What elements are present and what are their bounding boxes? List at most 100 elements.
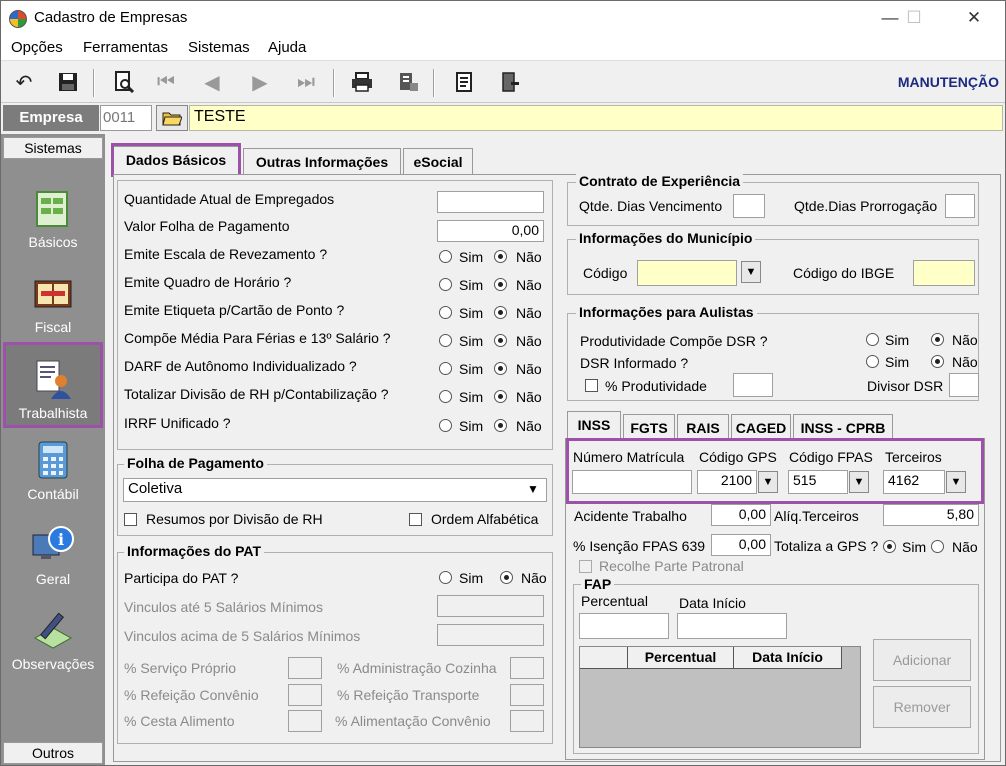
- subtab-fgts[interactable]: FGTS: [623, 414, 675, 438]
- ibge-input[interactable]: [913, 260, 975, 286]
- divisor-input[interactable]: [949, 373, 979, 397]
- codigo-municipio-input[interactable]: [637, 260, 737, 286]
- next-record-icon[interactable]: ▶: [245, 67, 275, 97]
- menu-opcoes[interactable]: Opções: [11, 39, 63, 56]
- prev-record-icon[interactable]: ◀: [197, 67, 227, 97]
- adm-input[interactable]: [510, 657, 544, 679]
- terceiros-input[interactable]: 4162: [883, 470, 945, 494]
- question-darf-sim-radio[interactable]: [439, 362, 452, 375]
- tab-esocial[interactable]: eSocial: [403, 148, 473, 174]
- vinc5acima-input[interactable]: [437, 624, 544, 646]
- prorr-input[interactable]: [945, 194, 975, 218]
- quantidade-input[interactable]: [437, 191, 544, 213]
- close-button[interactable]: ✕: [951, 1, 997, 35]
- resumos-checkbox[interactable]: [124, 513, 137, 526]
- totaliza-nao-radio[interactable]: [931, 540, 944, 553]
- question-quadro-nao-radio[interactable]: [494, 278, 507, 291]
- sidebar-header[interactable]: Sistemas: [3, 137, 103, 159]
- subtab-inss-cprb[interactable]: INSS - CPRB: [793, 414, 893, 438]
- save-icon[interactable]: [53, 67, 83, 97]
- question-media-nao-radio[interactable]: [494, 334, 507, 347]
- menu-ajuda[interactable]: Ajuda: [268, 39, 306, 56]
- sidebar-item-geral[interactable]: i Geral: [3, 511, 103, 597]
- num-matricula-input[interactable]: [572, 470, 692, 494]
- fap-percentual-input[interactable]: [579, 613, 669, 639]
- fap-grid[interactable]: Percentual Data Início: [579, 646, 861, 748]
- question-totalizar-nao-radio[interactable]: [494, 390, 507, 403]
- folha-select[interactable]: Coletiva: [123, 478, 547, 502]
- venc-input[interactable]: [733, 194, 765, 218]
- cesta-input[interactable]: [288, 710, 322, 732]
- aliq-input[interactable]: 5,80: [883, 504, 979, 526]
- sidebar-footer[interactable]: Outros: [3, 742, 103, 764]
- menu-sistemas[interactable]: Sistemas: [188, 39, 250, 56]
- sidebar-item-fiscal[interactable]: Fiscal: [3, 259, 103, 345]
- preview-icon[interactable]: [109, 67, 139, 97]
- open-folder-icon[interactable]: [156, 105, 188, 131]
- ref-transp-input[interactable]: [510, 684, 544, 706]
- fap-data-input[interactable]: [677, 613, 787, 639]
- participa-sim-radio[interactable]: [439, 571, 452, 584]
- acidente-input[interactable]: 0,00: [711, 504, 771, 526]
- subtab-caged[interactable]: CAGED: [731, 414, 791, 438]
- fap-col-percentual[interactable]: Percentual: [628, 647, 734, 669]
- question-escala-nao-radio[interactable]: [494, 250, 507, 263]
- sidebar-item-contabil[interactable]: Contábil: [3, 426, 103, 512]
- menu-ferramentas[interactable]: Ferramentas: [83, 39, 168, 56]
- empresa-code-field[interactable]: 0011: [100, 105, 152, 131]
- empresa-name-field[interactable]: TESTE: [189, 105, 1003, 131]
- valor-folha-input[interactable]: 0,00: [437, 220, 544, 242]
- terceiros-lookup-icon[interactable]: ▼: [946, 471, 966, 493]
- question-etiqueta-sim-radio[interactable]: [439, 306, 452, 319]
- question-irrf-sim-radio[interactable]: [439, 419, 452, 432]
- sidebar-item-trabalhista[interactable]: Trabalhista: [3, 342, 103, 428]
- cod-gps-input[interactable]: 2100: [697, 470, 757, 494]
- question-quadro-sim-radio[interactable]: [439, 278, 452, 291]
- cod-fpas-input[interactable]: 515: [788, 470, 848, 494]
- perc-prod-label: % Produtividade: [605, 378, 707, 394]
- prod-dsr-nao-radio[interactable]: [931, 333, 944, 346]
- sidebar-item-observacoes[interactable]: Observações: [3, 596, 103, 682]
- fap-col-data[interactable]: Data Início: [734, 647, 842, 669]
- question-escala-sim-radio[interactable]: [439, 250, 452, 263]
- ordem-checkbox[interactable]: [409, 513, 422, 526]
- vinc5-input[interactable]: [437, 595, 544, 617]
- alim-label: % Alimentação Convênio: [335, 713, 491, 729]
- cod-gps-lookup-icon[interactable]: ▼: [758, 471, 778, 493]
- perc-prod-input[interactable]: [733, 373, 773, 397]
- chevron-down-icon[interactable]: ▼: [523, 479, 543, 501]
- print-setup-icon[interactable]: [393, 67, 423, 97]
- remover-button[interactable]: Remover: [873, 686, 971, 728]
- question-etiqueta-nao-radio[interactable]: [494, 306, 507, 319]
- subtab-rais[interactable]: RAIS: [677, 414, 729, 438]
- prod-dsr-sim-radio[interactable]: [866, 333, 879, 346]
- participa-nao-radio[interactable]: [500, 571, 513, 584]
- calculator-icon: [38, 441, 68, 479]
- isencao-input[interactable]: 0,00: [711, 534, 771, 556]
- refeicao-input[interactable]: [288, 684, 322, 706]
- maximize-button[interactable]: ☐: [891, 1, 937, 35]
- recolhe-checkbox[interactable]: [579, 560, 592, 573]
- print-icon[interactable]: [347, 67, 377, 97]
- totaliza-sim-radio[interactable]: [883, 540, 896, 553]
- servico-input[interactable]: [288, 657, 322, 679]
- last-record-icon[interactable]: ⏭: [291, 67, 321, 97]
- undo-icon[interactable]: ↶: [9, 67, 39, 97]
- report-icon[interactable]: [449, 67, 479, 97]
- alim-input[interactable]: [510, 710, 544, 732]
- question-media-sim-radio[interactable]: [439, 334, 452, 347]
- first-record-icon[interactable]: ⏮: [151, 67, 181, 97]
- tab-outras-informacoes[interactable]: Outras Informações: [243, 148, 401, 174]
- question-darf-nao-radio[interactable]: [494, 362, 507, 375]
- sidebar-item-basicos[interactable]: Básicos: [3, 174, 103, 260]
- question-irrf-nao-radio[interactable]: [494, 419, 507, 432]
- perc-prod-checkbox[interactable]: [585, 379, 598, 392]
- dsr-inf-sim-radio[interactable]: [866, 355, 879, 368]
- exit-door-icon[interactable]: [495, 67, 525, 97]
- lookup-arrow-icon[interactable]: ▼: [741, 261, 761, 283]
- cod-fpas-lookup-icon[interactable]: ▼: [849, 471, 869, 493]
- adicionar-button[interactable]: Adicionar: [873, 639, 971, 681]
- question-totalizar-sim-radio[interactable]: [439, 390, 452, 403]
- dsr-inf-nao-radio[interactable]: [931, 355, 944, 368]
- subtab-inss[interactable]: INSS: [567, 411, 621, 439]
